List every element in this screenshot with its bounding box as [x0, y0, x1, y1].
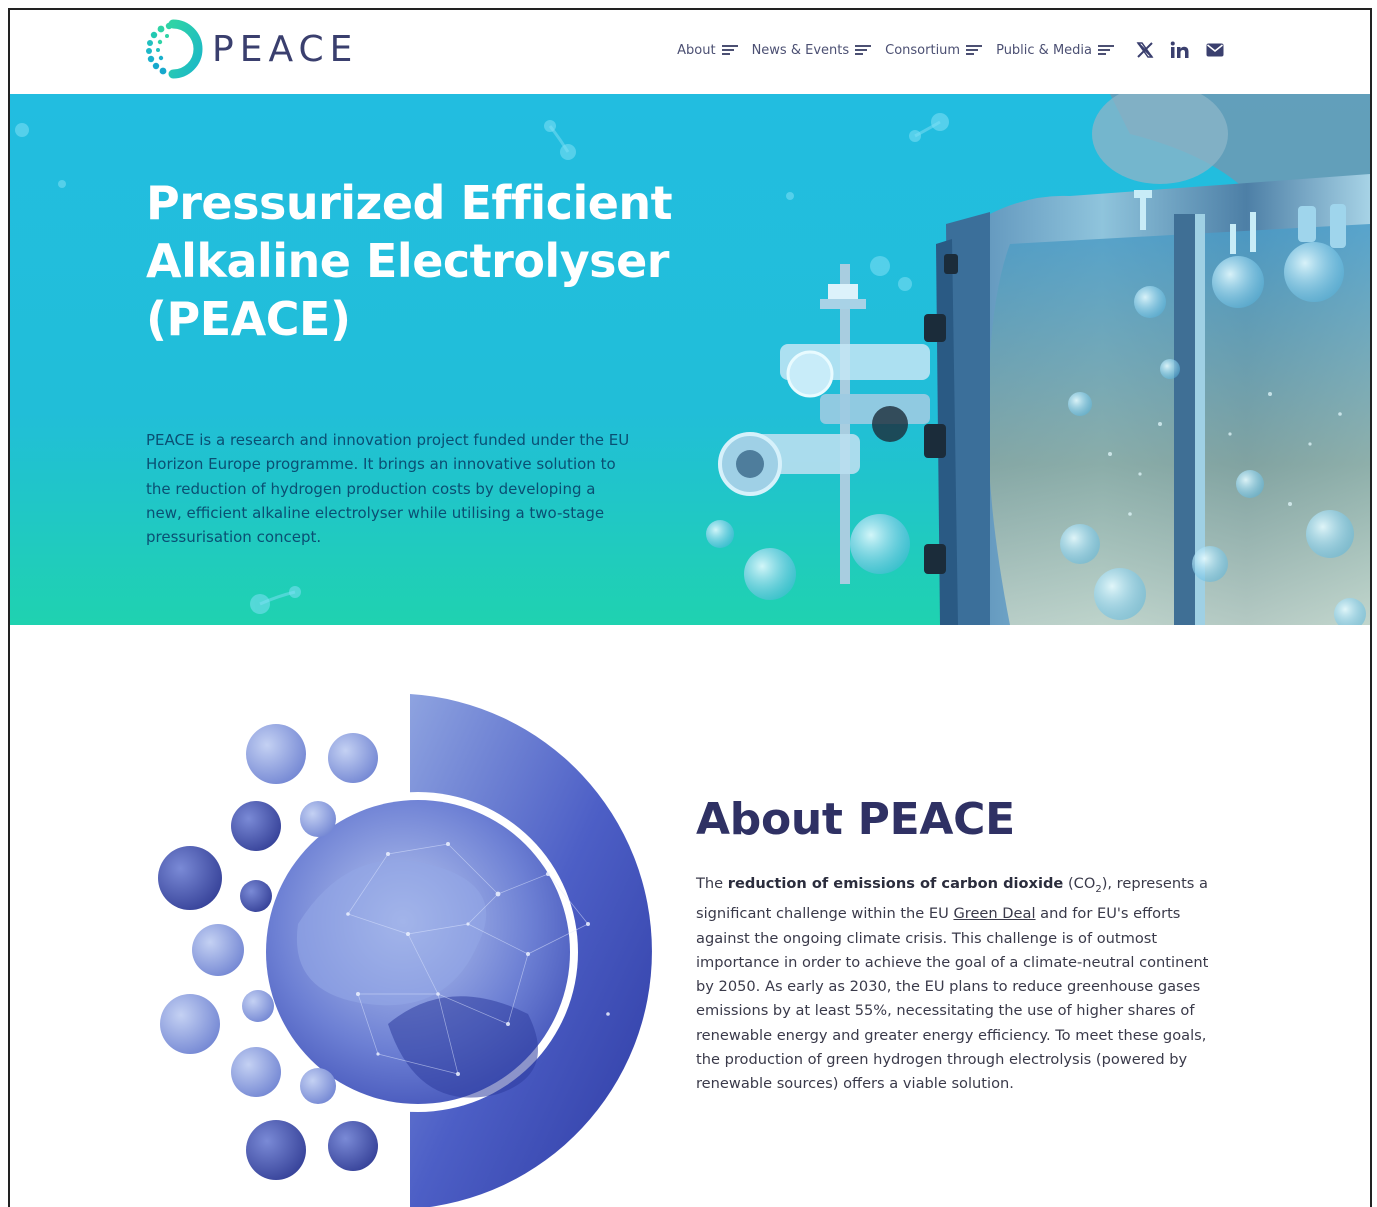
social-links	[1136, 41, 1224, 59]
site-header: PEACE About News & Events Consortium Pub…	[10, 10, 1370, 94]
about-paragraph: The reduction of emissions of carbon dio…	[696, 872, 1226, 1097]
about-text-bold: reduction of emissions of carbon dioxide	[727, 875, 1064, 892]
about-text-intro: The	[696, 875, 728, 892]
nav-item-news-events[interactable]: News & Events	[752, 43, 872, 58]
nav-label: Consortium	[885, 42, 961, 58]
hero-description: PEACE is a research and innovation proje…	[146, 431, 630, 547]
menu-lines-icon	[855, 44, 872, 56]
nav-item-about[interactable]: About	[677, 42, 738, 58]
site-logo[interactable]: PEACE	[142, 18, 358, 80]
nav-label: News & Events	[751, 42, 850, 58]
hero-banner: Pressurized Efficient Alkaline Electroly…	[10, 94, 1370, 625]
about-text-co2: (CO	[1063, 875, 1096, 892]
nav-label: Public & Media	[996, 42, 1092, 58]
about-illustration	[158, 694, 652, 1207]
x-icon[interactable]	[1136, 41, 1154, 59]
logo-mark-icon	[146, 19, 203, 79]
logo-text: PEACE	[212, 28, 359, 70]
menu-lines-icon	[966, 44, 983, 56]
main-nav: About News & Events Consortium Public & …	[677, 36, 1224, 64]
electrolyser-illustration	[706, 94, 1370, 625]
green-deal-link[interactable]: Green Deal	[953, 905, 1035, 922]
menu-lines-icon	[1098, 44, 1114, 56]
mail-icon[interactable]	[1206, 43, 1224, 57]
about-text-rest: and for EU's efforts against the ongoing…	[696, 905, 1209, 1093]
nav-item-consortium[interactable]: Consortium	[885, 42, 983, 58]
hero-title: Pressurized Efficient Alkaline Electroly…	[146, 176, 673, 346]
page-frame: PEACE About News & Events Consortium Pub…	[8, 8, 1372, 1207]
nav-item-public-media[interactable]: Public & Media	[996, 43, 1114, 58]
nav-label: About	[677, 42, 716, 58]
menu-lines-icon	[721, 44, 738, 56]
linkedin-icon[interactable]	[1170, 41, 1190, 59]
about-title: About PEACE	[696, 794, 1015, 845]
